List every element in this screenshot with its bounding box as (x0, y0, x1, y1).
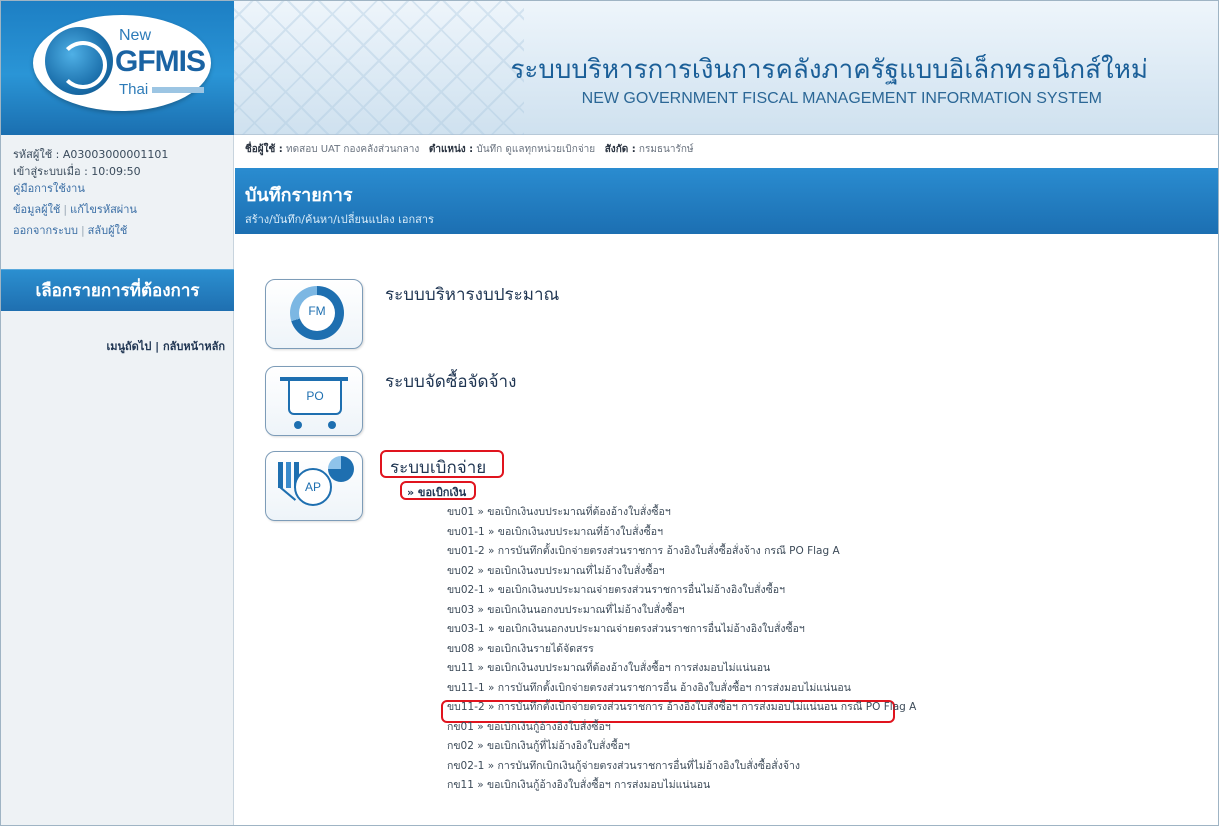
separator: | (63, 203, 68, 216)
logo-new-text: New (119, 27, 152, 44)
header: New GFMIS Thai ระบบบริหารการเงินการคลังภ… (1, 1, 1218, 135)
withdraw-menu-link[interactable]: » ขอเบิกเงิน (407, 483, 466, 501)
page-title: บันทึกรายการ (245, 185, 353, 206)
list-item[interactable]: ขบ02-1 » ขอเบิกเงินงบประมาณจ่ายตรงส่วนรา… (447, 581, 1207, 601)
login-time: เข้าสู่ระบบเมื่อ : 10:09:50 (13, 165, 141, 178)
cart-wheel-icon (328, 421, 336, 429)
po-system-title[interactable]: ระบบจัดซื้อจัดจ้าง (385, 368, 516, 395)
fm-system-icon[interactable]: FM (265, 279, 363, 349)
ap-icon-label: AP (304, 480, 321, 494)
manual-link[interactable]: คู่มือการใช้งาน (13, 182, 85, 195)
change-password-link[interactable]: แก้ไขรหัสผ่าน (70, 203, 137, 216)
list-item[interactable]: ขบ11 » ขอเบิกเงินงบประมาณที่ต้องอ้างใบสั… (447, 659, 1207, 679)
po-system-icon[interactable]: PO (265, 366, 363, 436)
cart-wheel-icon (294, 421, 302, 429)
user-code: รหัสผู้ใช้ : A03003000001101 (13, 148, 169, 161)
list-item[interactable]: ขบ01-2 » การบันทึกตั้งเบิกจ่ายตรงส่วนราช… (447, 542, 1207, 562)
left-sidebar: รหัสผู้ใช้ : A03003000001101 เข้าสู่ระบบ… (1, 135, 234, 825)
list-item[interactable]: กข02 » ขอเบิกเงินกู้ที่ไม่อ้างอิงใบสั่งซ… (447, 737, 1207, 757)
user-name-value: ทดสอบ UAT กองคลังส่วนกลาง (286, 144, 420, 155)
po-icon-label: PO (306, 389, 324, 403)
home-link[interactable]: กลับหน้าหลัก (163, 340, 225, 353)
user-affiliation-label: สังกัด : (604, 144, 636, 155)
logo-thai-text: Thai (119, 81, 205, 98)
select-menu-title: เลือกรายการที่ต้องการ (35, 281, 200, 301)
list-item[interactable]: ขบ11-2 » การบันทึกตั้งเบิกจ่ายตรงส่วนราช… (447, 698, 1207, 718)
profile-link[interactable]: ข้อมูลผู้ใช้ (13, 203, 60, 216)
page-subtitle: สร้าง/บันทึก/ค้นหา/เปลี่ยนแปลง เอกสาร (245, 213, 434, 226)
ap-item-list: ขบ01 » ขอเบิกเงินงบประมาณที่ต้องอ้างใบสั… (447, 503, 1207, 796)
pie-chart-icon (328, 456, 354, 482)
logo-gfmis-text: GFMIS (115, 45, 206, 78)
logo-thai-subtext (152, 87, 205, 94)
ap-system-title[interactable]: ระบบเบิกจ่าย (390, 454, 486, 481)
list-item[interactable]: ขบ01-1 » ขอเบิกเงินงบประมาณที่อ้างใบสั่ง… (447, 523, 1207, 543)
list-item[interactable]: กข11 » ขอเบิกเงินกู้อ้างอิงใบสั่งซื้อฯ ก… (447, 776, 1207, 796)
user-position-label: ตำแหน่ง : (428, 144, 474, 155)
list-item[interactable]: ขบ03 » ขอเบิกเงินนอกงบประมาณที่ไม่อ้างใบ… (447, 601, 1207, 621)
header-pattern (234, 1, 524, 135)
list-item[interactable]: ขบ01 » ขอเบิกเงินงบประมาณที่ต้องอ้างใบสั… (447, 503, 1207, 523)
select-menu-header: เลือกรายการที่ต้องการ (1, 269, 234, 311)
next-menu-link[interactable]: เมนูถัดไป (106, 340, 151, 353)
list-item[interactable]: กข02-1 » การบันทึกเบิกเงินกู้จ่ายตรงส่วน… (447, 757, 1207, 777)
page-banner: บันทึกรายการ สร้าง/บันทึก/ค้นหา/เปลี่ยนแ… (235, 168, 1218, 234)
logout-link[interactable]: ออกจากระบบ (13, 224, 78, 237)
list-item[interactable]: ขบ02 » ขอเบิกเงินงบประมาณที่ไม่อ้างใบสั่… (447, 562, 1207, 582)
user-position-value: บันทึก ดูแลทุกหน่วยเบิกจ่าย (476, 144, 596, 155)
fm-system-title[interactable]: ระบบบริหารงบประมาณ (385, 281, 559, 308)
gfmis-logo-area[interactable]: New GFMIS Thai (1, 1, 234, 135)
garuda-emblem-icon (45, 27, 113, 95)
shopping-cart-icon: PO (288, 381, 342, 415)
ap-circle-icon: AP (294, 468, 332, 506)
list-item-selected[interactable]: ขบ11-1 » การบันทึกตั้งเบิกจ่ายตรงส่วนราช… (447, 679, 1207, 699)
user-bar: ชื่อผู้ใช้ : ทดสอบ UAT กองคลังส่วนกลาง ต… (235, 135, 1218, 163)
system-title-th: ระบบบริหารการเงินการคลังภาครัฐแบบอิเล็กท… (510, 55, 1148, 85)
list-item[interactable]: ขบ08 » ขอเบิกเงินรายได้จัดสรร (447, 640, 1207, 660)
system-title-en: NEW GOVERNMENT FISCAL MANAGEMENT INFORMA… (581, 90, 1102, 107)
switch-user-link[interactable]: สลับผู้ใช้ (88, 224, 128, 237)
ap-system-icon[interactable]: AP (265, 451, 363, 521)
app-window: New GFMIS Thai ระบบบริหารการเงินการคลังภ… (0, 0, 1219, 826)
fm-icon-label: FM (308, 304, 326, 318)
fm-ring-icon: FM (290, 286, 344, 340)
separator: | (80, 224, 85, 237)
list-item[interactable]: ขบ03-1 » ขอเบิกเงินนอกงบประมาณจ่ายตรงส่ว… (447, 620, 1207, 640)
user-affiliation-value: กรมธนารักษ์ (638, 144, 694, 155)
logo-thai-label: Thai (119, 81, 149, 98)
user-info: รหัสผู้ใช้ : A03003000001101 เข้าสู่ระบบ… (1, 135, 233, 238)
sidebar-nav: เมนูถัดไป | กลับหน้าหลัก (106, 340, 225, 353)
list-item[interactable]: กข01 » ขอเบิกเงินกู้อ้างอิงใบสั่งซื้อฯ (447, 718, 1207, 738)
user-name-label: ชื่อผู้ใช้ : (245, 144, 283, 155)
